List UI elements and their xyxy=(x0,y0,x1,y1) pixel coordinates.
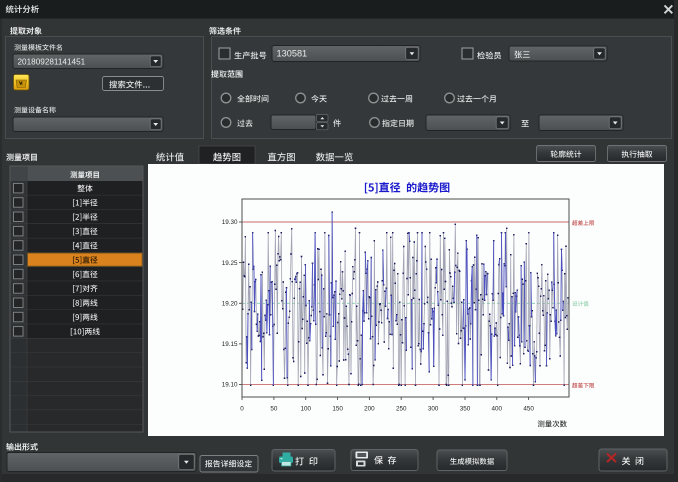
svg-text:100: 100 xyxy=(300,406,311,413)
svg-text:19.30: 19.30 xyxy=(222,219,238,226)
svg-text:200: 200 xyxy=(364,406,375,413)
svg-text:19.10: 19.10 xyxy=(222,382,238,389)
svg-text:50: 50 xyxy=(270,406,278,413)
svg-text:130581: 130581 xyxy=(277,49,308,59)
svg-text:19.25: 19.25 xyxy=(222,260,238,267)
svg-text:400: 400 xyxy=(492,406,503,413)
svg-text:450: 450 xyxy=(523,406,534,413)
svg-text:201809281141451: 201809281141451 xyxy=(18,57,86,66)
svg-text:350: 350 xyxy=(460,406,471,413)
svg-text:250: 250 xyxy=(396,406,407,413)
svg-text:150: 150 xyxy=(332,406,343,413)
svg-text:19.15: 19.15 xyxy=(222,341,238,348)
svg-text:0: 0 xyxy=(240,406,244,413)
svg-text:19.20: 19.20 xyxy=(222,301,238,308)
svg-text:300: 300 xyxy=(428,406,439,413)
